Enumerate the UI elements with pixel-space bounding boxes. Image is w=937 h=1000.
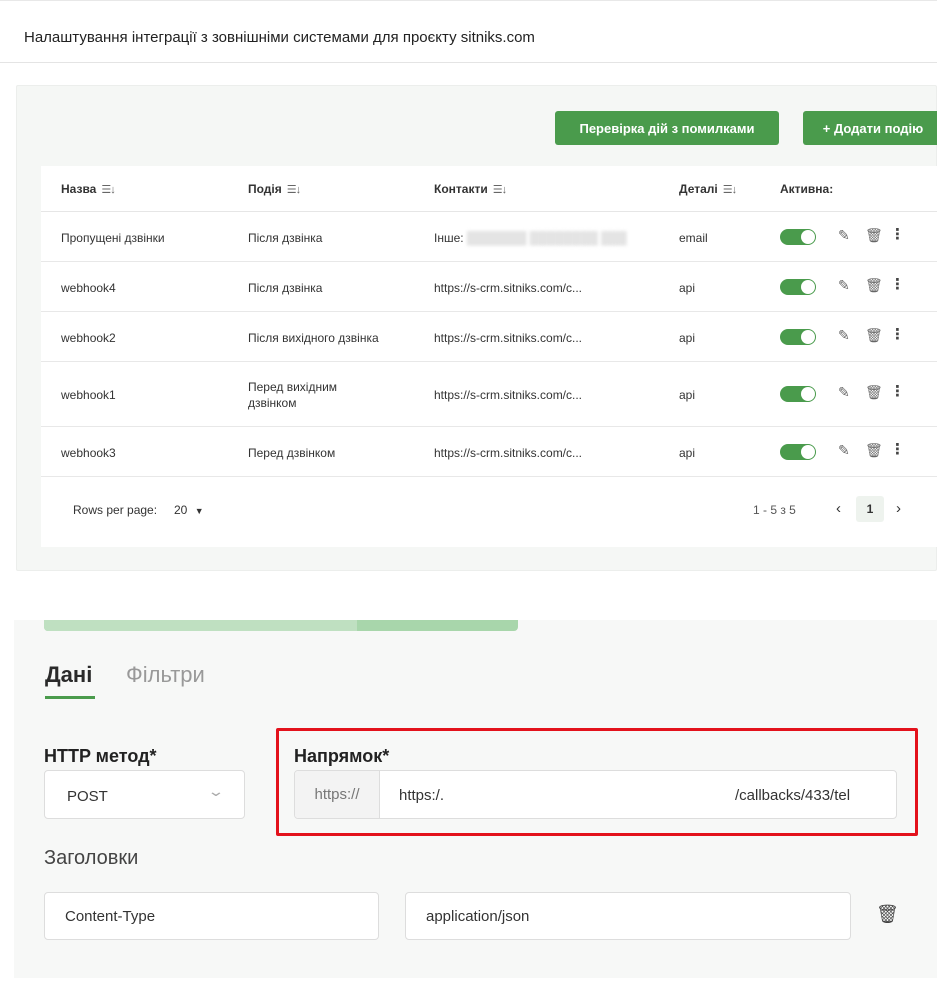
- row-contact: Інше: ███████ ████████ ███: [434, 231, 627, 245]
- trash-icon[interactable]: 🗑: [865, 227, 883, 244]
- active-toggle[interactable]: [780, 444, 816, 460]
- table-row: webhook3 Перед дзвінком https://s-crm.si…: [41, 427, 937, 477]
- column-details-header[interactable]: Деталі ☰↓: [679, 182, 737, 196]
- more-vertical-icon[interactable]: ⋮: [890, 440, 905, 458]
- pagination-range: 1 - 5 з 5: [753, 503, 796, 517]
- column-name-header[interactable]: Назва ☰↓: [61, 182, 116, 196]
- row-details: email: [679, 231, 708, 245]
- header-value-input[interactable]: application/json: [405, 892, 851, 940]
- page-button[interactable]: 1: [856, 496, 884, 522]
- active-toggle[interactable]: [780, 229, 816, 245]
- trash-icon[interactable]: 🗑: [865, 442, 883, 459]
- row-contact: https://s-crm.sitniks.com/c...: [434, 446, 583, 460]
- sort-icon[interactable]: ☰↓: [287, 183, 301, 196]
- column-event-header[interactable]: Подія ☰↓: [248, 182, 301, 196]
- row-event: Після дзвінка: [248, 281, 323, 295]
- http-method-select[interactable]: POST ⌄: [44, 770, 245, 819]
- row-event: Після вихідного дзвінка: [248, 331, 379, 345]
- row-name: webhook4: [61, 281, 116, 295]
- integrations-panel: Перевірка дій з помилками + Додати подію…: [16, 85, 937, 571]
- edit-icon[interactable]: ✎: [838, 384, 850, 401]
- column-active-header: Активна:: [780, 182, 834, 196]
- table-row: webhook1 Перед вихідним дзвінком https:/…: [41, 362, 937, 427]
- chevron-down-icon: ⌄: [207, 783, 225, 799]
- rows-per-page-select[interactable]: 20 ▼: [174, 503, 204, 517]
- row-event: Після дзвінка: [248, 231, 323, 245]
- row-details: api: [679, 388, 696, 402]
- rows-per-page-label: Rows per page:: [73, 503, 158, 517]
- edit-icon[interactable]: ✎: [838, 227, 850, 244]
- row-name: webhook2: [61, 331, 116, 345]
- more-vertical-icon[interactable]: ⋮: [890, 225, 905, 243]
- more-vertical-icon[interactable]: ⋮: [890, 382, 905, 400]
- http-method-label: HTTP метод*: [44, 746, 157, 766]
- active-toggle[interactable]: [780, 329, 816, 345]
- url-value-end: /callbacks/433/tel: [735, 787, 851, 804]
- trash-icon[interactable]: 🗑: [865, 327, 883, 344]
- progress-bar: [44, 620, 518, 631]
- integrations-table: Назва ☰↓ Подія ☰↓ Контакти ☰↓ Деталі ☰↓ …: [41, 166, 937, 547]
- headers-label: Заголовки: [44, 847, 139, 869]
- row-details: api: [679, 446, 696, 460]
- pagination: Rows per page: 20 ▼ 1 - 5 з 5 ‹ 1 ›: [41, 476, 937, 546]
- active-toggle[interactable]: [780, 279, 816, 295]
- redacted-contact: ███████ ████████ ███: [466, 231, 627, 245]
- row-name: Пропущені дзвінки: [61, 231, 165, 245]
- row-event: Перед вихідним дзвінком: [248, 380, 338, 410]
- url-prefix: https://: [295, 771, 380, 818]
- row-details: api: [679, 281, 696, 295]
- row-contact: https://s-crm.sitniks.com/c...: [434, 388, 583, 402]
- direction-label: Напрямок*: [294, 746, 390, 766]
- check-errors-button[interactable]: Перевірка дій з помилками: [555, 111, 779, 145]
- chevron-left-icon[interactable]: ‹: [836, 500, 841, 517]
- edit-icon[interactable]: ✎: [838, 327, 850, 344]
- tab-data[interactable]: Дані: [45, 662, 92, 688]
- sort-icon[interactable]: ☰↓: [723, 183, 737, 196]
- table-header: Назва ☰↓ Подія ☰↓ Контакти ☰↓ Деталі ☰↓ …: [41, 166, 937, 212]
- chevron-right-icon[interactable]: ›: [896, 500, 901, 517]
- caret-down-icon: ▼: [194, 506, 204, 516]
- row-name: webhook3: [61, 446, 116, 460]
- row-contact: https://s-crm.sitniks.com/c...: [434, 281, 583, 295]
- row-details: api: [679, 331, 696, 345]
- header-key-input[interactable]: Content-Type: [44, 892, 379, 940]
- column-contacts-header[interactable]: Контакти ☰↓: [434, 182, 507, 196]
- table-row: Пропущені дзвінки Після дзвінка Інше: ██…: [41, 212, 937, 262]
- add-event-button[interactable]: + Додати подію: [803, 111, 937, 145]
- row-event: Перед дзвінком: [248, 446, 336, 460]
- sort-icon[interactable]: ☰↓: [493, 183, 507, 196]
- webhook-form: Дані Фільтри HTTP метод* POST ⌄ Напрямок…: [14, 620, 937, 978]
- row-contact: https://s-crm.sitniks.com/c...: [434, 331, 583, 345]
- trash-icon[interactable]: 🗑: [865, 277, 883, 294]
- more-vertical-icon[interactable]: ⋮: [890, 325, 905, 343]
- page-title: Налаштування інтеграції з зовнішніми сис…: [24, 29, 535, 46]
- active-tab-indicator: [45, 696, 95, 699]
- tab-filters[interactable]: Фільтри: [126, 662, 205, 688]
- edit-icon[interactable]: ✎: [838, 442, 850, 459]
- page-header: Налаштування інтеграції з зовнішніми сис…: [0, 0, 937, 63]
- url-value-start: https:/.: [399, 787, 445, 804]
- trash-icon[interactable]: 🗑: [876, 904, 899, 925]
- table-row: webhook2 Після вихідного дзвінка https:/…: [41, 312, 937, 362]
- more-vertical-icon[interactable]: ⋮: [890, 275, 905, 293]
- row-name: webhook1: [61, 388, 116, 402]
- progress-fill: [44, 620, 357, 631]
- active-toggle[interactable]: [780, 386, 816, 402]
- edit-icon[interactable]: ✎: [838, 277, 850, 294]
- url-input[interactable]: https:// https:/. /callbacks/433/tel: [294, 770, 897, 819]
- table-row: webhook4 Після дзвінка https://s-crm.sit…: [41, 262, 937, 312]
- trash-icon[interactable]: 🗑: [865, 384, 883, 401]
- sort-icon[interactable]: ☰↓: [101, 183, 115, 196]
